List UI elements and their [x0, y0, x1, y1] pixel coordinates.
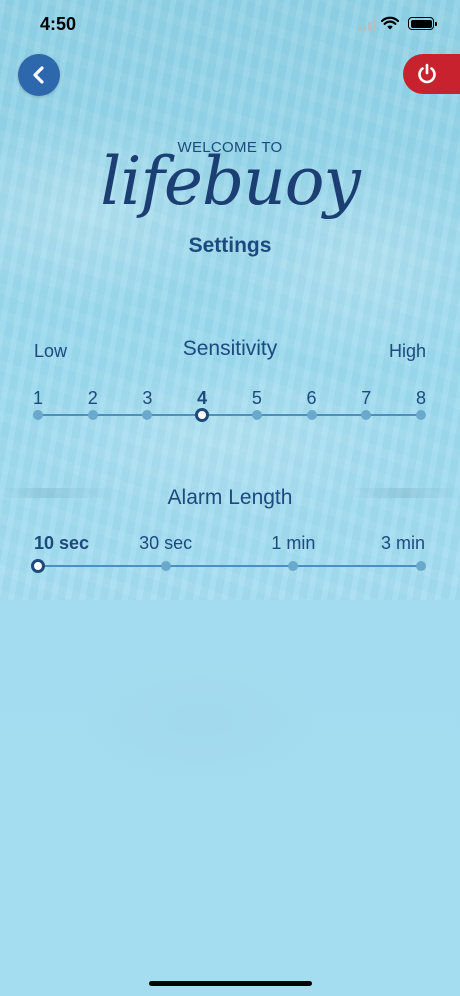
alarm-length-option-label[interactable]: 3 min [381, 533, 425, 554]
sensitivity-stop[interactable] [361, 410, 372, 420]
sensitivity-stop[interactable] [87, 410, 98, 420]
sensitivity-level-label[interactable]: 3 [127, 388, 167, 409]
power-button[interactable] [403, 54, 460, 94]
home-indicator [149, 981, 312, 986]
wifi-icon [381, 16, 399, 30]
sensitivity-level-label[interactable]: 2 [73, 388, 113, 409]
sensitivity-stop[interactable] [416, 410, 426, 420]
sensitivity-level-label[interactable]: 1 [18, 388, 58, 409]
page-title: Settings [188, 234, 272, 257]
sensitivity-level-label[interactable]: 4 [182, 388, 222, 409]
sensitivity-stop[interactable] [33, 410, 43, 420]
alarm-length-stop[interactable] [288, 561, 299, 571]
sensitivity-high-label: High [388, 341, 426, 361]
cellular-signal-icon [358, 19, 376, 31]
sensitivity-level-label[interactable]: 8 [401, 388, 441, 409]
alarm-length-title: Alarm Length [167, 486, 293, 509]
sensitivity-stop[interactable] [306, 410, 317, 420]
sensitivity-stop[interactable] [142, 410, 153, 420]
alarm-length-option-label[interactable]: 10 sec [34, 533, 89, 554]
alarm-length-slider-track[interactable] [38, 565, 422, 567]
status-bar: 4:50 [0, 0, 460, 50]
sensitivity-level-label[interactable]: 7 [346, 388, 386, 409]
battery-icon [408, 17, 437, 30]
alarm-length-option-label[interactable]: 30 sec [136, 533, 196, 554]
chevron-left-icon [33, 66, 44, 84]
status-time: 4:50 [40, 14, 77, 34]
sensitivity-slider-thumb[interactable] [195, 408, 210, 422]
lifebuoy-logo: lifebuoy [100, 143, 360, 220]
sensitivity-level-label[interactable]: 6 [292, 388, 332, 409]
background-texture [0, 0, 460, 600]
sensitivity-level-label[interactable]: 5 [237, 388, 277, 409]
alarm-length-slider-thumb[interactable] [31, 559, 45, 573]
alarm-length-stop[interactable] [416, 561, 426, 571]
power-icon [417, 63, 436, 84]
sensitivity-stop[interactable] [251, 410, 262, 420]
alarm-length-stop[interactable] [160, 561, 171, 571]
alarm-length-option-label[interactable]: 1 min [263, 533, 323, 554]
back-button[interactable] [18, 54, 60, 96]
